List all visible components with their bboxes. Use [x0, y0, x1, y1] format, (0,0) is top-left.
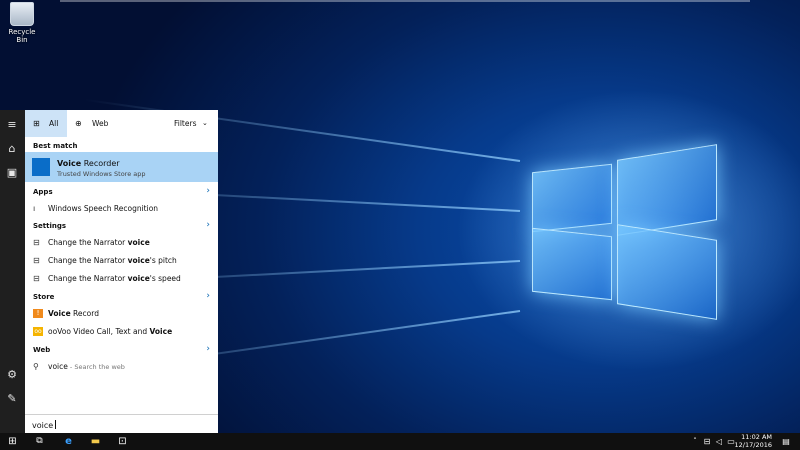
filters-label: Filters	[174, 119, 197, 128]
search-results: Best match Voice Recorder Trusted Window…	[25, 137, 218, 414]
voice-recorder-icon	[32, 158, 50, 176]
network-icon[interactable]: ⊟	[702, 436, 712, 447]
tab-all[interactable]: ⊞ All	[25, 110, 67, 137]
narrator-icon: ⊟	[33, 238, 40, 247]
task-view-icon[interactable]: ⧉	[33, 436, 46, 447]
microphone-icon: ı	[33, 204, 36, 213]
tab-web[interactable]: ⊕ Web	[69, 110, 115, 137]
hamburger-menu-icon[interactable]: ≡	[5, 118, 19, 132]
list-item-search-web[interactable]: ⚲ voice - Search the web	[25, 358, 218, 375]
filters-button[interactable]: Filters ⌄	[172, 110, 212, 137]
narrator-icon: ⊟	[33, 256, 40, 265]
clock-date: 12/17/2016	[734, 440, 772, 449]
notifications-icon[interactable]: ▤	[780, 436, 792, 447]
feedback-icon[interactable]: ✎	[5, 392, 19, 406]
voice-record-app-icon: !	[33, 309, 43, 318]
window-edge	[60, 0, 750, 2]
oovoo-app-icon: oo	[33, 327, 43, 336]
file-explorer-icon[interactable]: ▬	[89, 436, 102, 447]
notebook-icon[interactable]: ▣	[5, 166, 19, 180]
windows-logo-wallpaper	[80, 98, 740, 374]
list-item-voice-record[interactable]: ! Voice Record	[25, 305, 218, 322]
list-item-oovoo[interactable]: oo ooVoo Video Call, Text and Voice	[25, 323, 218, 340]
text-caret	[55, 420, 57, 429]
start-rail: ≡ ⌂ ▣ ⚙ ✎	[0, 110, 25, 433]
search-input[interactable]: voice	[25, 414, 218, 434]
edge-browser-icon[interactable]: e	[62, 436, 75, 447]
tab-all-label: All	[49, 119, 59, 128]
globe-icon: ⊕	[75, 119, 82, 128]
settings-more-arrow-icon[interactable]: ›	[206, 220, 210, 230]
apps-more-arrow-icon[interactable]: ›	[206, 186, 210, 196]
recycle-bin[interactable]: Recycle Bin	[2, 2, 42, 44]
store-icon[interactable]: ⊡	[116, 436, 129, 447]
section-best-match: Best match	[33, 142, 78, 150]
section-web: Web	[33, 346, 51, 354]
recycle-bin-label: Recycle Bin	[8, 28, 36, 44]
settings-icon[interactable]: ⚙	[5, 368, 19, 382]
best-match-voice-recorder[interactable]: Voice Recorder Trusted Windows Store app	[25, 152, 218, 182]
store-more-arrow-icon[interactable]: ›	[206, 291, 210, 301]
narrator-icon: ⊟	[33, 274, 40, 283]
search-tabs: ⊞ All ⊕ Web Filters ⌄	[25, 110, 218, 137]
best-match-subtitle: Trusted Windows Store app	[57, 170, 146, 178]
list-item-narrator-speed[interactable]: ⊟ Change the Narrator voice's speed	[25, 270, 218, 287]
section-store: Store	[33, 293, 55, 301]
recycle-bin-icon	[10, 2, 34, 26]
search-panel: ⊞ All ⊕ Web Filters ⌄ Best match Voice R…	[25, 110, 218, 434]
section-apps: Apps	[33, 188, 53, 196]
list-item-narrator-voice[interactable]: ⊟ Change the Narrator voice	[25, 234, 218, 251]
tab-web-label: Web	[92, 119, 109, 128]
web-more-arrow-icon[interactable]: ›	[206, 344, 210, 354]
chevron-up-icon[interactable]: ˄	[690, 436, 700, 447]
search-query: voice	[32, 421, 54, 430]
best-match-title: Voice Recorder	[57, 159, 120, 168]
list-item-narrator-pitch[interactable]: ⊟ Change the Narrator voice's pitch	[25, 252, 218, 269]
start-button-windows-icon[interactable]: ⊞	[6, 436, 19, 447]
chevron-down-icon: ⌄	[202, 119, 208, 127]
home-icon[interactable]: ⌂	[5, 142, 19, 156]
grid-icon: ⊞	[33, 119, 40, 128]
volume-icon[interactable]: ◁	[714, 436, 724, 447]
search-icon: ⚲	[33, 362, 39, 371]
section-settings: Settings	[33, 222, 67, 230]
list-item-speech-recognition[interactable]: ı Windows Speech Recognition	[25, 200, 218, 217]
taskbar-clock[interactable]: 11:02 AM 12/17/2016	[734, 433, 772, 449]
taskbar: ⊞ ⧉ e ▬ ⊡ ˄ ⊟ ◁ ▭ 11:02 AM 12/17/2016 ▤	[0, 433, 800, 450]
